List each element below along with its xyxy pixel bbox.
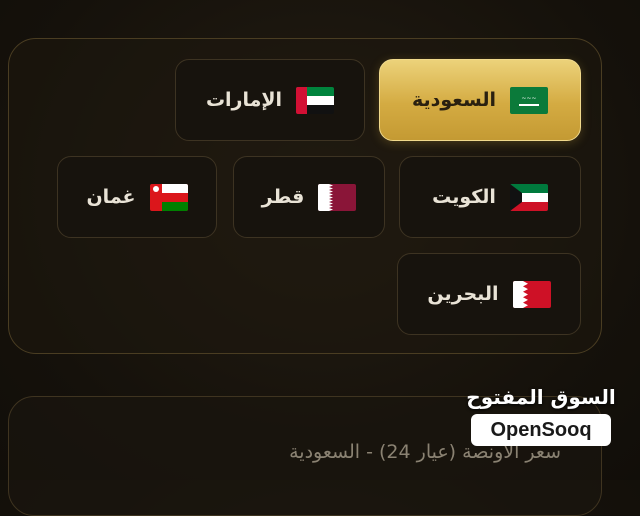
oman-flag-icon bbox=[149, 183, 188, 211]
svg-text:~~~: ~~~ bbox=[521, 95, 536, 102]
watermark-english: OpenSooq bbox=[471, 414, 611, 446]
bahrain-flag-icon bbox=[512, 280, 551, 308]
country-button-uae[interactable]: الإمارات bbox=[175, 59, 365, 141]
country-button-saudi[interactable]: ~~~ السعودية bbox=[379, 59, 581, 141]
country-label: السعودية bbox=[411, 89, 497, 111]
country-selector-panel: ~~~ السعودية الإمارات الكويت قطر غمان ال… bbox=[8, 38, 602, 354]
country-label: قطر bbox=[261, 186, 305, 208]
country-label: غمان bbox=[86, 186, 136, 208]
saudi-flag-icon: ~~~ bbox=[510, 86, 549, 114]
country-label: البحرين bbox=[427, 283, 499, 305]
country-button-bahrain[interactable]: البحرين bbox=[397, 253, 581, 335]
country-label: الإمارات bbox=[205, 89, 283, 111]
country-label: الكويت bbox=[432, 186, 496, 208]
qatar-flag-icon bbox=[318, 183, 357, 211]
country-button-qatar[interactable]: قطر bbox=[233, 156, 385, 238]
uae-flag-icon bbox=[296, 86, 335, 114]
country-button-oman[interactable]: غمان bbox=[57, 156, 217, 238]
opensooq-watermark: السوق المفتوح OpenSooq bbox=[466, 384, 616, 446]
country-button-kuwait[interactable]: الكويت bbox=[399, 156, 581, 238]
kuwait-flag-icon bbox=[509, 183, 548, 211]
watermark-arabic: السوق المفتوح bbox=[466, 385, 616, 409]
